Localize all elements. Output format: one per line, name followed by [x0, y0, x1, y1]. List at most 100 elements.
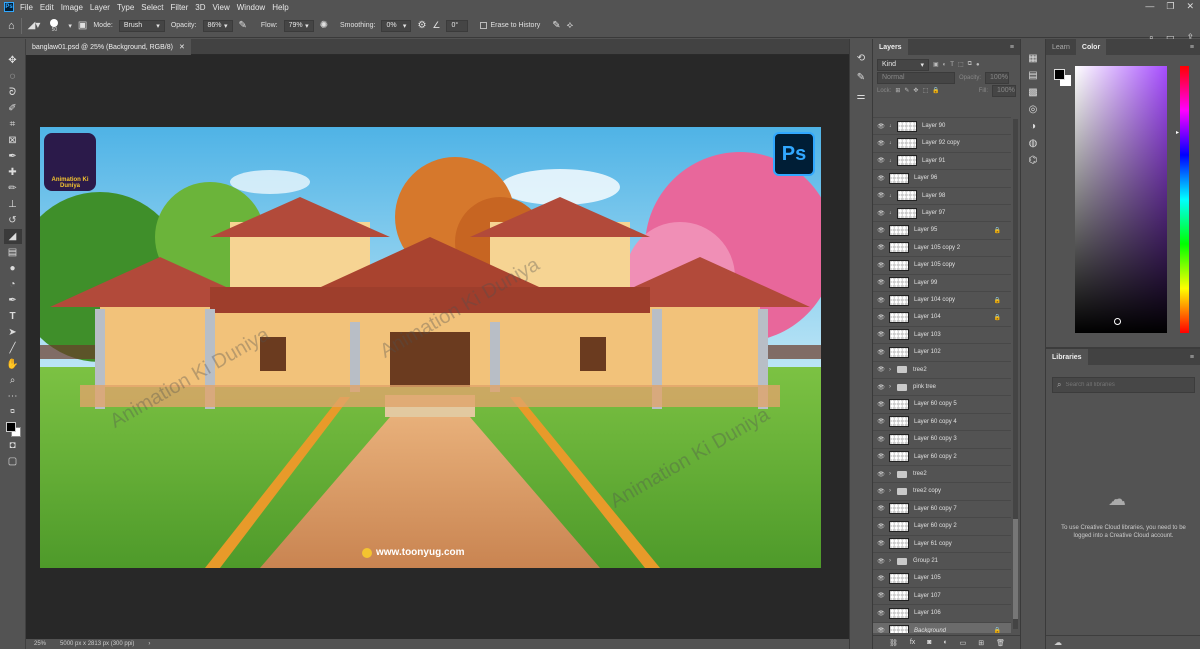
visibility-eye-icon[interactable]: 👁: [873, 558, 889, 565]
layer-row[interactable]: 👁 ↓ Layer 98: [873, 186, 1011, 204]
gear-icon[interactable]: ⚙: [417, 18, 426, 34]
visibility-eye-icon[interactable]: 👁: [873, 575, 889, 582]
layer-group-row[interactable]: 👁 › tree2: [873, 360, 1011, 378]
visibility-eye-icon[interactable]: 👁: [873, 227, 889, 234]
layer-row[interactable]: 👁 ↓ Layer 91: [873, 151, 1011, 169]
pen-tool-icon[interactable]: ✒: [4, 293, 22, 308]
visibility-eye-icon[interactable]: 👁: [873, 262, 889, 269]
layer-row[interactable]: 👁 ↓ Layer 90: [873, 117, 1011, 134]
opacity-field[interactable]: 86% ▾: [202, 19, 233, 32]
layer-row[interactable]: 👁 Layer 103: [873, 325, 1011, 343]
pressure-opacity-icon[interactable]: ✎: [239, 18, 247, 34]
color-fg-bg[interactable]: [1054, 69, 1072, 87]
mode-select[interactable]: Brush ▾: [118, 19, 165, 32]
properties-icon[interactable]: ◎: [1029, 104, 1038, 115]
layer-row[interactable]: 👁 Layer 60 copy 7: [873, 499, 1011, 517]
delete-layer-icon[interactable]: 🗑: [996, 639, 1005, 647]
foreground-color[interactable]: [5, 422, 16, 432]
cloud-sync-icon[interactable]: ☁: [1054, 638, 1062, 647]
menu-edit[interactable]: Edit: [40, 3, 54, 12]
history-brush-tool-icon[interactable]: ↺: [4, 213, 22, 228]
close-tab-icon[interactable]: ✕: [179, 43, 185, 51]
hand-tool-icon[interactable]: ✋: [4, 357, 22, 372]
move-tool-icon[interactable]: ✥: [4, 53, 22, 68]
lock-position-icon[interactable]: ✥: [913, 87, 918, 94]
scroll-thumb[interactable]: [1013, 519, 1018, 619]
menu-window[interactable]: Window: [237, 3, 265, 12]
gradients-icon[interactable]: ▤: [1028, 70, 1037, 81]
new-layer-icon[interactable]: ⊞: [978, 639, 984, 647]
canvas[interactable]: Animation Ki Duniya Animation Ki Duniya …: [40, 127, 821, 568]
visibility-eye-icon[interactable]: 👁: [873, 123, 889, 130]
marquee-tool-icon[interactable]: ◌: [4, 69, 22, 84]
hue-slider-handle[interactable]: ▸: [1176, 129, 1179, 136]
layer-row[interactable]: 👁 Layer 60 copy 5: [873, 395, 1011, 412]
layer-row[interactable]: 👁 Layer 102: [873, 343, 1011, 360]
layer-row[interactable]: 👁 Layer 105: [873, 569, 1011, 586]
menu-type[interactable]: Type: [117, 3, 134, 12]
line-tool-icon[interactable]: ╱: [4, 341, 22, 356]
visibility-eye-icon[interactable]: 👁: [873, 279, 889, 286]
layer-row[interactable]: 👁 Layer 106: [873, 604, 1011, 621]
fill-field[interactable]: 100%: [992, 84, 1016, 97]
layer-group-row[interactable]: 👁 › tree2 copy: [873, 482, 1011, 499]
layer-row[interactable]: 👁 Layer 95 🔒: [873, 221, 1011, 238]
quick-mask-icon[interactable]: ◘: [4, 438, 22, 453]
airbrush-icon[interactable]: ✺: [320, 18, 328, 34]
quick-select-tool-icon[interactable]: ✐: [4, 101, 22, 116]
layer-row[interactable]: 👁 Layer 61 copy: [873, 534, 1011, 552]
layer-row[interactable]: 👁 Layer 60 copy 3: [873, 430, 1011, 447]
filter-shape-icon[interactable]: ⬚: [958, 61, 964, 68]
path-select-tool-icon[interactable]: ➤: [4, 325, 22, 340]
chevron-right-icon[interactable]: ›: [889, 384, 897, 390]
layer-row[interactable]: 👁 Layer 96: [873, 169, 1011, 186]
adjustment-layer-icon[interactable]: ◐: [943, 639, 947, 646]
layer-row[interactable]: 👁 Layer 105 copy: [873, 256, 1011, 273]
add-mask-icon[interactable]: ◙: [927, 639, 931, 646]
brush-size-picker[interactable]: 50: [46, 18, 62, 33]
visibility-eye-icon[interactable]: 👁: [873, 175, 889, 182]
brush-settings-icon[interactable]: ▣: [78, 18, 87, 34]
lock-all-icon[interactable]: 🔒: [932, 87, 939, 94]
hue-slider[interactable]: ▸: [1176, 66, 1189, 333]
chevron-right-icon[interactable]: ›: [889, 471, 897, 477]
angle-field[interactable]: 0°: [446, 19, 469, 32]
link-layers-icon[interactable]: ⛓: [889, 639, 898, 647]
visibility-eye-icon[interactable]: 👁: [873, 453, 889, 460]
symmetry-icon[interactable]: ⟡: [567, 18, 574, 34]
flow-field[interactable]: 79% ▾: [283, 19, 314, 32]
filter-type-icon[interactable]: T: [950, 62, 954, 68]
home-icon[interactable]: ⌂: [8, 18, 15, 34]
adjust-panel-icon[interactable]: ⚌: [857, 91, 866, 102]
tab-learn[interactable]: Learn: [1046, 39, 1076, 55]
eraser-tool-icon[interactable]: ◢: [3, 229, 22, 244]
minimize-icon[interactable]: —: [1145, 1, 1154, 12]
panel-menu-icon[interactable]: ≡: [1010, 44, 1014, 51]
lock-paint-icon[interactable]: ✎: [904, 87, 909, 94]
fg-swatch[interactable]: [1054, 69, 1065, 80]
lock-artboard-icon[interactable]: ⬚: [922, 87, 928, 94]
visibility-eye-icon[interactable]: 👁: [873, 331, 889, 338]
menu-view[interactable]: View: [213, 3, 230, 12]
visibility-eye-icon[interactable]: 👁: [873, 610, 889, 617]
layer-row[interactable]: 👁 Layer 60 copy 4: [873, 412, 1011, 430]
visibility-eye-icon[interactable]: 👁: [873, 471, 889, 478]
erase-history-checkbox[interactable]: Erase to History: [480, 18, 540, 34]
menu-select[interactable]: Select: [141, 3, 163, 12]
maximize-icon[interactable]: ❐: [1166, 1, 1174, 12]
lasso-tool-icon[interactable]: ᘐ: [4, 85, 22, 100]
visibility-eye-icon[interactable]: 👁: [873, 436, 889, 443]
visibility-eye-icon[interactable]: 👁: [873, 540, 889, 547]
zoom-level[interactable]: 25%: [34, 641, 46, 647]
layer-row[interactable]: 👁 ↓ Layer 97: [873, 204, 1011, 221]
visibility-eye-icon[interactable]: 👁: [873, 523, 889, 530]
layer-group-row[interactable]: 👁 › pink tree: [873, 378, 1011, 395]
menu-image[interactable]: Image: [61, 3, 83, 12]
visibility-eye-icon[interactable]: 👁: [873, 505, 889, 512]
layer-row[interactable]: 👁 Background 🔒: [873, 621, 1011, 633]
smoothing-field[interactable]: 0% ▾: [381, 19, 412, 32]
visibility-eye-icon[interactable]: 👁: [873, 140, 889, 147]
visibility-eye-icon[interactable]: 👁: [873, 384, 889, 391]
filter-pixel-icon[interactable]: ▣: [933, 61, 939, 68]
chevron-right-icon[interactable]: ›: [889, 488, 897, 494]
